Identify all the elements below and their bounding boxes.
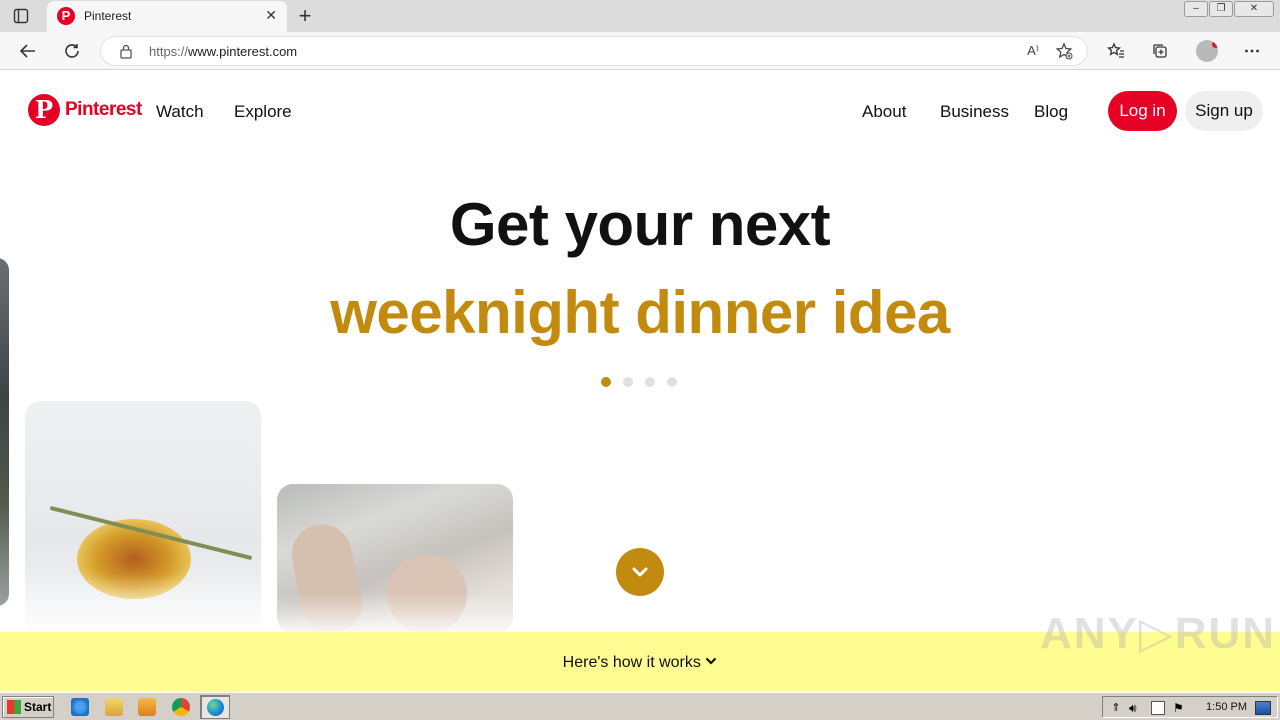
media-player-icon[interactable] <box>138 698 156 716</box>
nav-business[interactable]: Business <box>940 102 1009 122</box>
chevron-down-icon <box>632 567 648 577</box>
tray-expand-icon[interactable]: ⇑ <box>1109 701 1123 715</box>
pinterest-logo[interactable]: P Pinterest <box>28 94 142 126</box>
nav-blog[interactable]: Blog <box>1034 102 1068 122</box>
start-button[interactable]: Start <box>2 696 54 718</box>
signup-button[interactable]: Sign up <box>1185 91 1263 131</box>
url-text[interactable]: https://www.pinterest.com <box>149 44 297 59</box>
nav-about[interactable]: About <box>862 102 906 122</box>
read-aloud-icon[interactable]: A⁾ <box>1027 43 1039 59</box>
volume-icon[interactable]: 🔊︎ <box>1129 701 1143 715</box>
image-fade <box>277 593 513 633</box>
action-center-flag-icon[interactable]: ⚑ <box>1173 701 1187 715</box>
tab-actions-icon[interactable] <box>12 7 30 25</box>
minimize-button[interactable]: ‒ <box>1184 1 1208 17</box>
carousel-dot[interactable] <box>623 377 633 387</box>
anyrun-watermark: ANY▷RUN <box>1040 609 1277 658</box>
pin-image-tea <box>25 401 261 633</box>
browser-toolbar: https://www.pinterest.com A⁾ <box>0 32 1280 70</box>
edge-taskbar-button[interactable] <box>200 695 230 719</box>
browser-tab[interactable]: P Pinterest ✕ <box>47 1 287 32</box>
pinterest-favicon-icon: P <box>57 7 75 25</box>
new-tab-button[interactable]: + <box>295 3 315 29</box>
network-icon[interactable] <box>1151 701 1165 715</box>
profile-avatar[interactable] <box>1196 40 1218 62</box>
tab-title: Pinterest <box>84 9 132 23</box>
collections-icon[interactable] <box>1149 40 1171 62</box>
nav-watch[interactable]: Watch <box>156 102 204 122</box>
close-tab-icon[interactable]: ✕ <box>265 7 277 24</box>
internet-explorer-icon[interactable] <box>71 698 89 716</box>
file-explorer-icon[interactable] <box>105 698 123 716</box>
image-fade <box>25 573 261 633</box>
chrome-icon[interactable] <box>172 698 190 716</box>
scroll-down-button[interactable] <box>616 548 664 596</box>
pin-image-hands <box>277 484 513 633</box>
show-desktop-icon[interactable] <box>1255 701 1271 715</box>
restore-button[interactable]: ❐ <box>1209 1 1233 17</box>
taskbar-clock[interactable]: 1:50 PM <box>1206 701 1247 713</box>
edge-icon <box>207 699 224 716</box>
windows-logo-icon <box>7 700 21 714</box>
system-tray: ⇑ 🔊︎ ⚑ 1:50 PM <box>1102 696 1278 718</box>
chevron-down-icon <box>706 657 717 665</box>
pinterest-logo-icon: P <box>28 94 60 126</box>
back-arrow-icon[interactable] <box>17 40 39 62</box>
site-header: P Pinterest Watch Explore About Business… <box>0 70 1280 154</box>
lock-icon[interactable] <box>119 43 133 64</box>
carousel-dots <box>601 377 677 387</box>
hero-headline-accent: weeknight dinner idea <box>330 279 950 346</box>
close-window-button[interactable]: ✕ <box>1234 1 1274 17</box>
address-bar[interactable]: https://www.pinterest.com A⁾ <box>100 36 1088 66</box>
windows-taskbar: Start ⇑ 🔊︎ ⚑ 1:50 PM <box>0 692 1280 720</box>
tab-strip: P Pinterest ✕ + ‒ ❐ ✕ <box>0 0 1280 32</box>
hero-headline: Get your next <box>449 191 831 258</box>
pin-image-partial <box>0 258 9 606</box>
carousel-dot[interactable] <box>601 377 611 387</box>
carousel-dot[interactable] <box>645 377 655 387</box>
logo-wordmark: Pinterest <box>65 99 142 120</box>
nav-explore[interactable]: Explore <box>234 102 292 122</box>
more-menu-icon[interactable] <box>1241 40 1263 62</box>
add-favorite-icon[interactable] <box>1055 42 1073 65</box>
carousel-dot[interactable] <box>667 377 677 387</box>
refresh-icon[interactable] <box>61 40 83 62</box>
favorites-icon[interactable] <box>1105 40 1127 62</box>
login-button[interactable]: Log in <box>1108 91 1177 131</box>
